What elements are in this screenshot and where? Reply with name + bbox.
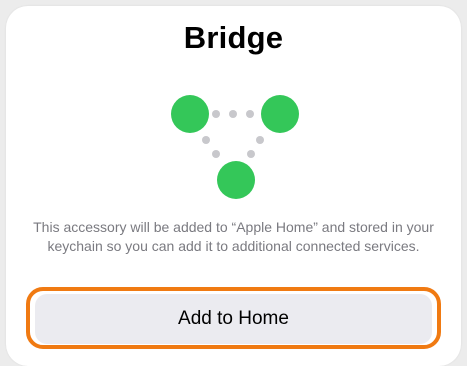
node-right: [261, 95, 299, 133]
connector-dot: [229, 110, 237, 118]
node-left: [171, 95, 209, 133]
connector-dot: [247, 150, 255, 158]
connector-dot: [212, 110, 220, 118]
connector-dot: [212, 150, 220, 158]
dialog-description: This accessory will be added to “Apple H…: [33, 219, 434, 254]
connector-dot: [246, 110, 254, 118]
connection-dots: [202, 110, 264, 158]
connector-dot: [202, 136, 210, 144]
connector-dot: [256, 136, 264, 144]
add-to-home-button[interactable]: Add to Home: [35, 294, 432, 344]
node-bottom: [217, 161, 255, 199]
bridge-network-icon: [171, 95, 299, 199]
